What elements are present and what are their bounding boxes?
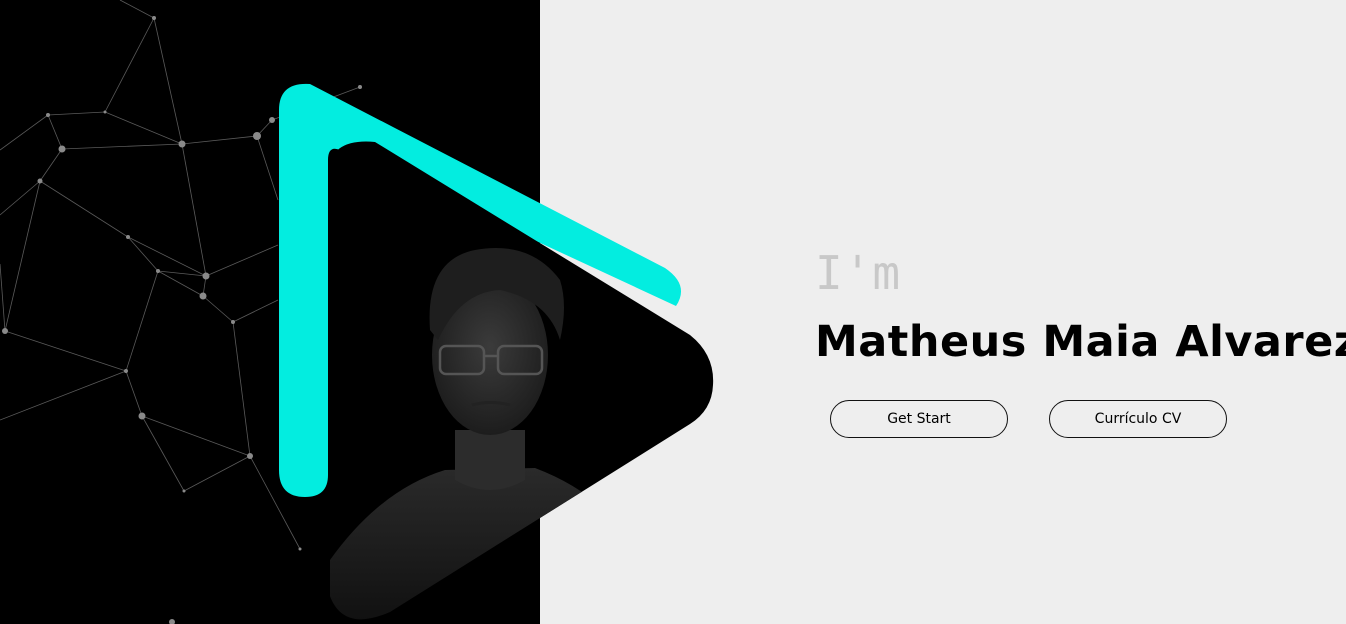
play-triangle-icon: [279, 83, 714, 620]
curriculo-cv-button[interactable]: Currículo CV: [1049, 400, 1227, 438]
get-start-button[interactable]: Get Start: [830, 400, 1008, 438]
intro-text: I'm: [815, 246, 902, 300]
person-name: Matheus Maia Alvarez: [815, 317, 1346, 367]
hero-text: I'm Matheus Maia Alvarez: [815, 245, 1346, 367]
